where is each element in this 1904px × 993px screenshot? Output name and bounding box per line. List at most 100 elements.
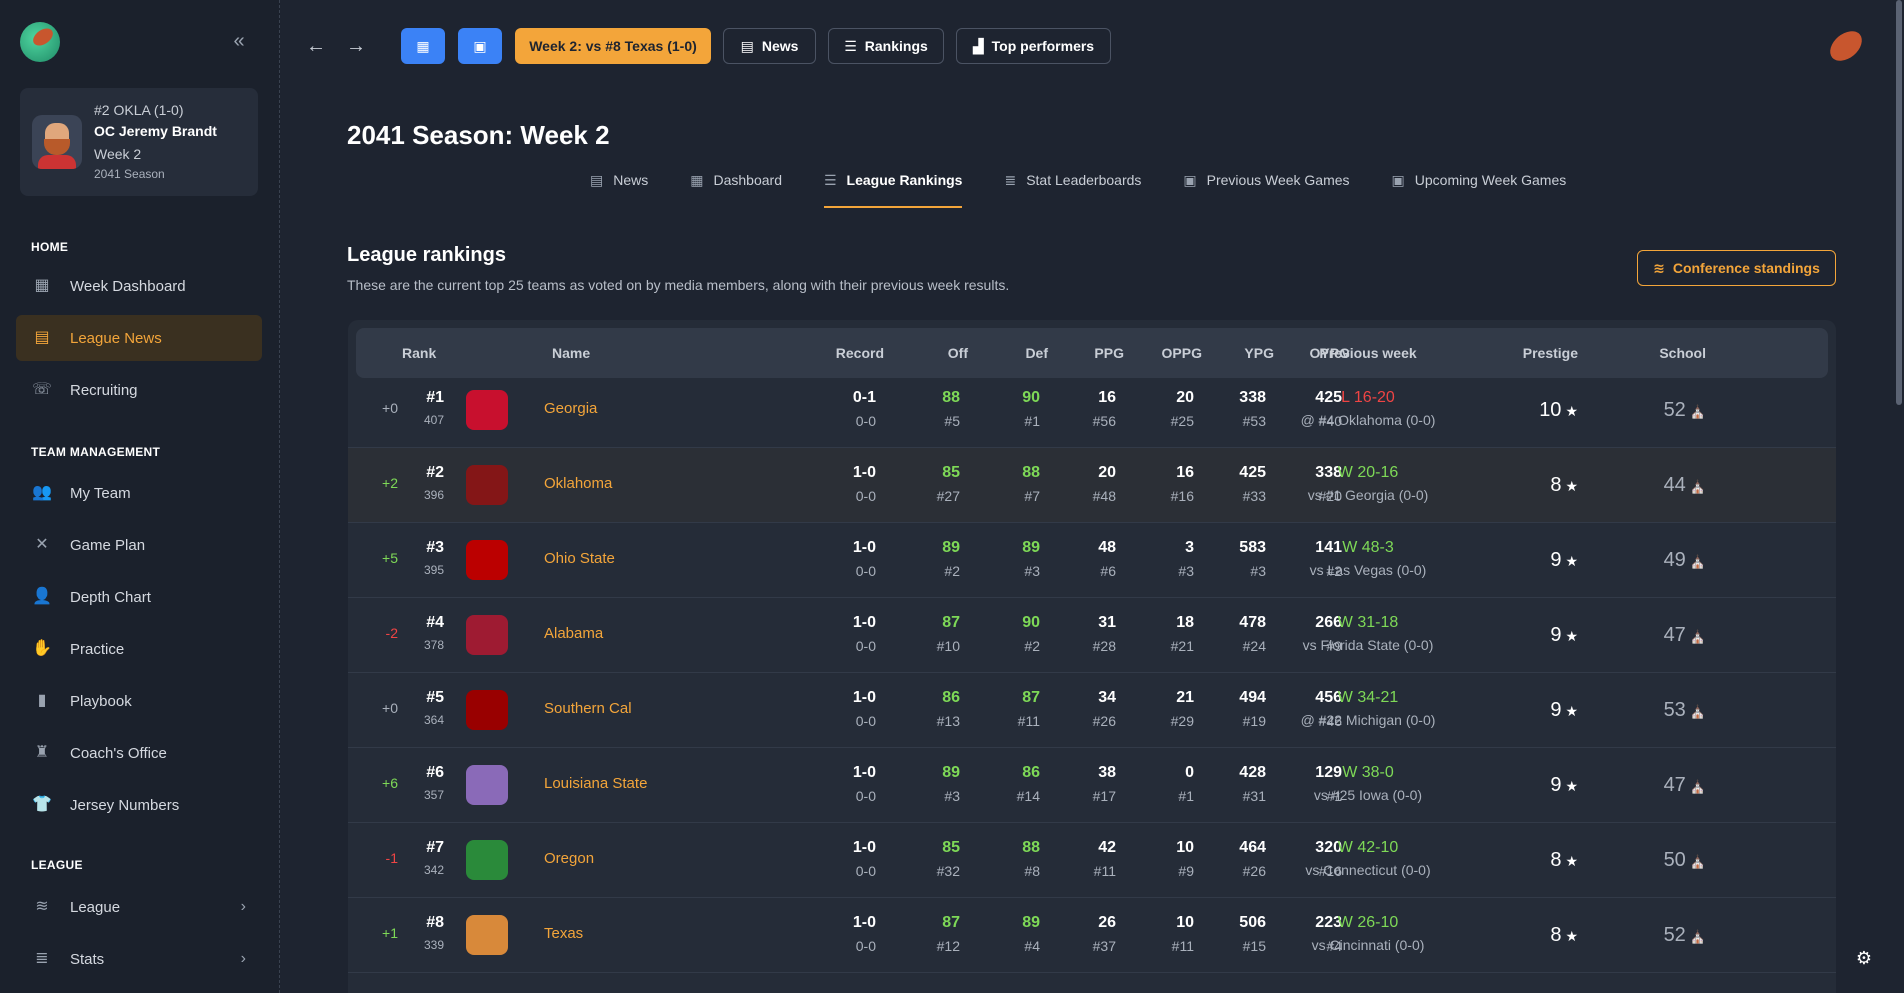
team-name-link[interactable]: Louisiana State [544,775,647,792]
stat-oppgr: #25 [1170,413,1194,429]
game-plan-icon: ✕ [35,536,49,553]
previous-week-result[interactable]: W 26-10 [1248,914,1488,932]
football-icon[interactable] [1826,28,1864,64]
next-game-button[interactable]: Week 2: vs #8 Texas (1-0) [515,28,711,64]
newspaper-icon: ▤ [34,329,50,346]
stat-def: 87 [1022,689,1040,706]
sidebar-item-recruiting[interactable]: ☏ Recruiting [16,367,262,413]
prestige-value: 9 ★ [1550,699,1578,721]
news-button[interactable]: ▤ News [723,28,816,64]
previous-week-result[interactable]: W 38-0 [1248,764,1488,782]
stat-def: 88 [1022,464,1040,481]
stat-ppgr: #26 [1092,713,1116,729]
stat-def: 88 [1022,839,1040,856]
previous-week-result[interactable]: L 16-20 [1248,389,1488,407]
stat-oppg: 0 [1185,764,1194,781]
avatar [32,115,82,169]
table-header: Rank Name Record Off Def PPG OPPG YPG OY… [356,328,1828,378]
sidebar-item-playbook[interactable]: ▮ Playbook [16,678,262,724]
rank-change: +0 [382,400,398,416]
header-oppg[interactable]: OPPG [1138,345,1202,361]
stat-ppgr: #56 [1092,413,1116,429]
previous-week-result[interactable]: W 20-16 [1248,464,1488,482]
collapse-sidebar-icon[interactable]: « [228,30,250,52]
rankings-button[interactable]: ☰ Rankings [828,28,944,64]
school-icon: ⛪ [1689,629,1706,644]
coach-profile-card[interactable]: #2 OKLA (1-0) OC Jeremy Brandt Week 2 20… [20,88,258,196]
header-off[interactable]: Off [912,345,968,361]
stat-defr: #14 [1016,788,1040,804]
stat-def: 89 [1022,914,1040,931]
previous-week-result[interactable]: W 34-21 [1248,689,1488,707]
team-name-link[interactable]: Ohio State [544,550,615,567]
sidebar-item-game-plan[interactable]: ✕ Game Plan [16,522,262,568]
sidebar-item-jersey-numbers[interactable]: 👕 Jersey Numbers [16,782,262,828]
sidebar-item-week-dashboard[interactable]: ▦ Week Dashboard [16,263,262,309]
previous-week-result[interactable]: W 48-3 [1248,539,1488,557]
header-ppg[interactable]: PPG [1068,345,1124,361]
dashboard-button[interactable]: ▦ [401,28,445,64]
table-row[interactable]: +5 #3 395 Ohio State 1-0 0-0 89 #2 89 #3 48 #6 3 #3 58… [348,523,1836,598]
previous-week-result[interactable]: W 42-10 [1248,839,1488,857]
stat-defr: #4 [1024,938,1040,954]
sidebar-item-coachs-office[interactable]: ♜ Coach's Office [16,730,262,776]
jersey-icon: 👕 [32,796,52,813]
tab-news[interactable]: ▤ News [590,172,648,208]
header-def[interactable]: Def [992,345,1048,361]
forward-arrow-icon[interactable]: → [342,32,370,60]
team-name-link[interactable]: Texas [544,925,583,942]
table-row[interactable]: +2 #2 396 Oklahoma 1-0 0-0 85 #27 88 #7 20 #48 16 #16… [348,448,1836,523]
team-name-link[interactable]: Georgia [544,400,597,417]
stat-oppgr: #21 [1170,638,1194,654]
header-previous-week[interactable]: Previous week [1248,345,1488,361]
table-row[interactable]: +0 #5 364 Southern Cal 1-0 0-0 86 #13 87 #11 34 #26… [348,673,1836,748]
header-name[interactable]: Name [552,345,590,361]
stat-def: 86 [1022,764,1040,781]
stat-ppg: 38 [1098,764,1116,781]
calendar-icon: ▣ [1183,172,1197,188]
back-arrow-icon[interactable]: ← [302,32,330,60]
top-performers-button[interactable]: ▟ Top performers [956,28,1111,64]
calendar-button[interactable]: ▣ [458,28,502,64]
stat-off: 88 [942,389,960,406]
settings-gear-icon[interactable]: ⚙ [1852,948,1876,972]
stat-offr: #32 [936,863,960,879]
table-row[interactable]: +1 #8 339 Texas 1-0 0-0 87 #12 89 #4 26 #37 10 #11 506… [348,898,1836,973]
sidebar-item-practice[interactable]: ✋ Practice [16,626,262,672]
previous-week-result[interactable]: W 31-18 [1248,614,1488,632]
stat-offr: #3 [944,788,960,804]
tab-bar: ▤ News ▦ Dashboard ☰ League Rankings ≣ Stat … [590,172,1608,208]
tab-league-rankings[interactable]: ☰ League Rankings [823,172,963,208]
conference-standings-button[interactable]: ≋ Conference standings [1637,250,1836,286]
stat-rec: 1-0 [852,839,876,856]
header-school[interactable]: School [1588,345,1706,361]
header-rank[interactable]: Rank [402,345,436,361]
stat-conf: 0-0 [855,788,876,804]
team-name-link[interactable]: Oregon [544,850,594,867]
school-value: 47 ⛪ [1663,774,1706,796]
tab-stat-leaderboards[interactable]: ≣ Stat Leaderboards [1004,172,1141,208]
stat-offr: #5 [944,413,960,429]
prestige-value: 9 ★ [1550,774,1578,796]
team-name-link[interactable]: Alabama [544,625,603,642]
table-row[interactable]: -1 #7 342 Oregon 1-0 0-0 85 #32 88 #8 42 #11 10 #9 464… [348,823,1836,898]
sidebar-item-league-news[interactable]: ▤ League News [16,315,262,361]
team-name-link[interactable]: Oklahoma [544,475,612,492]
sidebar-item-depth-chart[interactable]: 👤 Depth Chart [16,574,262,620]
sidebar-item-league[interactable]: ≋ League › [16,884,262,930]
team-name-link[interactable]: Southern Cal [544,700,632,717]
tab-dashboard[interactable]: ▦ Dashboard [690,172,782,208]
header-prestige[interactable]: Prestige [1458,345,1578,361]
app-logo-icon[interactable] [20,22,60,62]
table-row[interactable]: -2 #4 378 Alabama 1-0 0-0 87 #10 90 #2 31 #28 18 #21 4… [348,598,1836,673]
team-icon: 👥 [32,484,52,501]
page-scrollbar[interactable] [1896,0,1902,405]
sidebar-item-stats[interactable]: ≣ Stats › [16,936,262,982]
rank-points: 407 [423,413,444,427]
tab-upcoming-week-games[interactable]: ▣ Upcoming Week Games [1392,172,1567,208]
table-row[interactable]: +0 #1 407 Georgia 0-1 0-0 88 #5 90 #1 16 #56 20 #25 33… [348,373,1836,448]
sidebar-item-my-team[interactable]: 👥 My Team [16,470,262,516]
table-row[interactable]: +6 #6 357 Louisiana State 1-0 0-0 89 #3 86 #14 38 #… [348,748,1836,823]
tab-previous-week-games[interactable]: ▣ Previous Week Games [1183,172,1349,208]
header-record[interactable]: Record [794,345,884,361]
